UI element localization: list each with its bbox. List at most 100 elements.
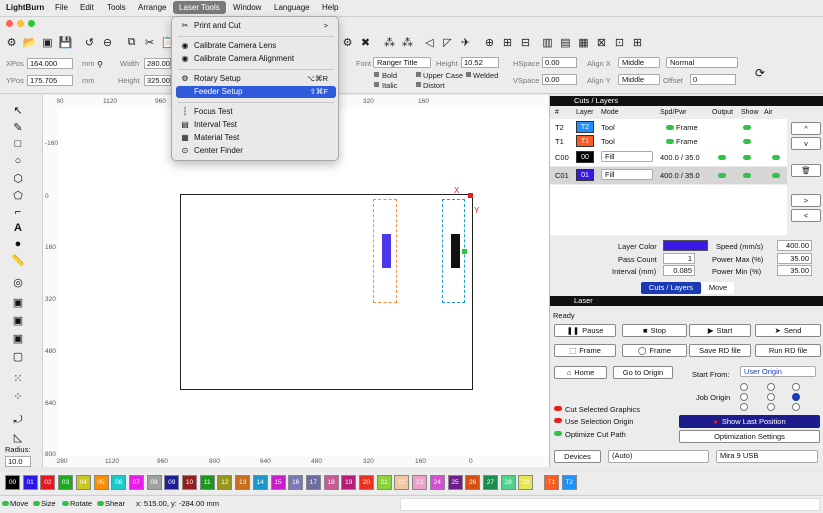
center-align-icon[interactable]: ⊕ — [482, 35, 497, 50]
mirror-v-icon[interactable]: ◸ — [440, 35, 455, 50]
palette-swatch-25[interactable]: 25 — [447, 475, 463, 490]
palette-swatch-07[interactable]: 07 — [128, 475, 144, 490]
palette-swatch-28[interactable]: 28 — [500, 475, 516, 490]
selection-handle[interactable] — [462, 249, 467, 254]
ellipse-tool-icon[interactable]: ○ — [11, 154, 25, 168]
move-layer-down-button[interactable]: v — [791, 137, 821, 150]
palette-swatch-08[interactable]: 08 — [146, 475, 162, 490]
align-middle-icon[interactable]: ▤ — [558, 35, 573, 50]
speed-field[interactable]: 400.00 — [777, 240, 812, 251]
palette-swatch-t2[interactable]: T2 — [561, 475, 577, 490]
air-toggle[interactable] — [772, 155, 780, 160]
open-file-icon[interactable]: 📂 — [22, 35, 37, 50]
goto-origin-button[interactable]: Go to Origin — [613, 366, 673, 379]
layer-row-c00[interactable]: C00 00 Fill 400.0 / 35.0 — [550, 149, 787, 166]
palette-swatch-06[interactable]: 06 — [111, 475, 127, 490]
align-left-icon[interactable]: ⊞ — [500, 35, 515, 50]
cut-icon[interactable]: ✂ — [142, 35, 157, 50]
palette-swatch-10[interactable]: 10 — [182, 475, 197, 490]
edit-nodes-icon[interactable]: ✎ — [11, 120, 25, 134]
radius-field[interactable]: 10.0 — [5, 456, 31, 467]
move-layer-up-button[interactable]: ^ — [791, 122, 821, 135]
apply-text-icon[interactable]: ⟳ — [755, 66, 769, 80]
menu-item-calibrate-alignment[interactable]: ◉ Calibrate Camera Alignment — [176, 53, 336, 65]
circular-array-icon[interactable]: ⁘ — [11, 389, 25, 403]
layer-row-t1[interactable]: T1 T1 Tool Frame — [550, 133, 787, 150]
welded-checkbox[interactable] — [466, 72, 471, 77]
job-origin-radio[interactable] — [792, 383, 800, 391]
palette-swatch-23[interactable]: 23 — [412, 475, 428, 490]
hspace-field[interactable]: 0.00 — [542, 57, 577, 68]
palette-swatch-12[interactable]: 12 — [217, 475, 233, 490]
show-toggle[interactable] — [743, 125, 751, 130]
palette-swatch-11[interactable]: 11 — [199, 475, 215, 490]
next-layer-button[interactable]: > — [791, 194, 821, 207]
aligny-select[interactable]: Middle — [618, 74, 660, 85]
save-rd-button[interactable]: Save RD file — [689, 344, 751, 357]
palette-swatch-16[interactable]: 16 — [288, 475, 304, 490]
port-select[interactable]: (Auto) — [608, 450, 709, 463]
palette-swatch-02[interactable]: 02 — [40, 475, 56, 490]
layer-color-swatch[interactable] — [663, 240, 708, 251]
ypos-field[interactable]: 175.705 — [27, 75, 73, 86]
lock-position-icon[interactable]: ⚲ — [97, 60, 107, 84]
send-icon[interactable]: ✈ — [458, 35, 473, 50]
output-toggle[interactable] — [718, 155, 726, 160]
palette-swatch-00[interactable]: 00 — [5, 475, 20, 490]
boolean-union-icon[interactable]: ▣ — [11, 295, 25, 309]
design-left-bounds[interactable] — [373, 199, 397, 303]
settings-gear-icon[interactable]: ⚙ — [340, 35, 355, 50]
frame-circle-button[interactable]: ◯ Frame — [622, 344, 687, 357]
palette-swatch-20[interactable]: 20 — [359, 475, 374, 490]
size-toggle[interactable] — [33, 501, 40, 506]
job-origin-radio[interactable] — [740, 403, 748, 411]
layer-mode-select[interactable]: Fill — [601, 169, 653, 180]
menu-item-print-and-cut[interactable]: ✂ Print and Cut > — [176, 20, 336, 32]
select-tool-icon[interactable]: ↖ — [11, 103, 25, 117]
boolean-subtract-icon[interactable]: ▣ — [11, 313, 25, 327]
align-bottom-icon[interactable]: ▦ — [576, 35, 591, 50]
palette-swatch-09[interactable]: 09 — [164, 475, 180, 490]
bold-checkbox[interactable] — [374, 72, 379, 77]
close-window-icon[interactable] — [6, 20, 13, 27]
pen-tool-icon[interactable]: ⬠ — [11, 188, 25, 202]
undo-icon[interactable]: ↺ — [82, 35, 97, 50]
menu-item-material-test[interactable]: ▦ Material Test — [176, 132, 336, 144]
menu-item-rotary-setup[interactable]: ⚙ Rotary Setup ⌥⌘R — [176, 73, 336, 85]
italic-checkbox[interactable] — [374, 82, 379, 87]
uppercase-checkbox[interactable] — [416, 72, 421, 77]
palette-swatch-15[interactable]: 15 — [270, 475, 286, 490]
distort-checkbox[interactable] — [416, 82, 421, 87]
show-toggle[interactable] — [743, 155, 751, 160]
palette-swatch-21[interactable]: 21 — [376, 475, 392, 490]
save-icon[interactable]: 💾 — [58, 35, 73, 50]
pass-count-field[interactable]: 1 — [663, 253, 695, 264]
menu-app-name[interactable]: LightBurn — [6, 3, 44, 12]
palette-swatch-29[interactable]: 29 — [518, 475, 534, 490]
output-toggle[interactable] — [718, 173, 726, 178]
device-select[interactable]: Mira 9 USB — [716, 450, 818, 463]
close-path-icon[interactable]: ◺ — [11, 430, 25, 444]
menu-item-interval-test[interactable]: ▤ Interval Test — [176, 119, 336, 131]
use-selection-toggle[interactable] — [554, 418, 562, 423]
polygon-tool-icon[interactable]: ⬡ — [11, 171, 25, 185]
menu-edit[interactable]: Edit — [80, 3, 94, 12]
offset-field[interactable]: 0 — [690, 74, 736, 85]
frame-rect-button[interactable]: ⬚ Frame — [554, 344, 616, 357]
menu-item-feeder-setup[interactable]: Feeder Setup ⇧⌘F — [176, 86, 336, 98]
menu-window[interactable]: Window — [233, 3, 261, 12]
font-select[interactable]: Ranger Title — [373, 57, 431, 68]
show-last-position-button[interactable]: ● Show Last Position — [679, 415, 820, 428]
menu-file[interactable]: File — [55, 3, 68, 12]
palette-swatch-05[interactable]: 05 — [93, 475, 109, 490]
job-origin-radio[interactable] — [767, 403, 775, 411]
text-style-select[interactable]: Normal — [666, 57, 738, 68]
palette-swatch-t1[interactable]: T1 — [544, 475, 559, 490]
height-field[interactable]: 325.00 — [144, 75, 171, 86]
distribute-v-icon[interactable]: ⊡ — [612, 35, 627, 50]
palette-swatch-13[interactable]: 13 — [235, 475, 251, 490]
weld-icon[interactable]: ▢ — [11, 349, 25, 363]
cut-selected-toggle[interactable] — [554, 406, 562, 411]
palette-swatch-19[interactable]: 19 — [341, 475, 357, 490]
menu-item-focus-test[interactable]: ┆ Focus Test — [176, 106, 336, 118]
